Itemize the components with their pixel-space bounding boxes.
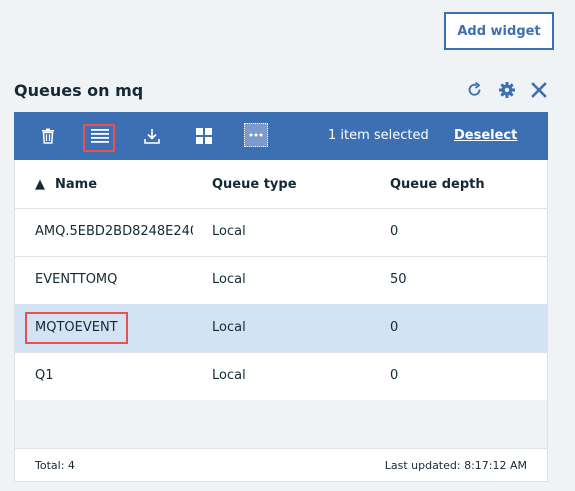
queue-type: Local — [212, 224, 246, 239]
column-header-queue-type[interactable]: Queue type — [212, 177, 297, 192]
queue-name: MQTOEVENT — [35, 320, 118, 335]
queue-name: AMQ.5EBD2BD8248E240 — [35, 224, 193, 239]
queue-name: Q1 — [35, 368, 54, 383]
refresh-icon[interactable] — [464, 79, 486, 101]
add-widget-button[interactable]: Add widget — [444, 12, 554, 50]
deselect-link[interactable]: Deselect — [454, 128, 517, 143]
queue-type: Local — [212, 368, 246, 383]
table-row[interactable]: Q1 Local 0 — [15, 352, 547, 401]
total-count: Total: 4 — [35, 459, 75, 472]
queues-table: ▲ Name Queue type Queue depth AMQ.5EBD2B… — [14, 160, 548, 482]
table-empty-area — [15, 400, 547, 449]
table-row[interactable]: EVENTTOMQ Local 50 — [15, 256, 547, 305]
widget-header-actions — [464, 79, 550, 101]
sort-ascending-icon[interactable]: ▲ — [35, 177, 45, 192]
queue-depth: 50 — [390, 272, 407, 287]
queue-type: Local — [212, 272, 246, 287]
queue-type: Local — [212, 320, 246, 335]
trash-icon[interactable] — [39, 112, 57, 160]
table-footer: Total: 4 Last updated: 8:17:12 AM — [15, 449, 547, 481]
widget-title: Queues on mq — [14, 81, 144, 100]
table-row-selected[interactable]: MQTOEVENT Local 0 — [15, 304, 547, 353]
queue-depth: 0 — [390, 224, 399, 239]
queue-depth: 0 — [390, 320, 399, 335]
grid-view-icon[interactable] — [195, 112, 213, 160]
column-header-name[interactable]: Name — [55, 177, 97, 192]
column-header-queue-depth[interactable]: Queue depth — [390, 177, 485, 192]
download-icon[interactable] — [143, 112, 161, 160]
queue-name: EVENTTOMQ — [35, 272, 118, 287]
selection-status: 1 item selected — [328, 128, 429, 143]
table-header: ▲ Name Queue type Queue depth — [15, 160, 547, 209]
more-icon[interactable] — [244, 123, 268, 147]
gear-icon[interactable] — [496, 79, 518, 101]
last-updated: Last updated: 8:17:12 AM — [384, 459, 527, 472]
close-icon[interactable] — [528, 79, 550, 101]
queue-depth: 0 — [390, 368, 399, 383]
table-row[interactable]: AMQ.5EBD2BD8248E240 Local 0 — [15, 208, 547, 257]
list-view-icon[interactable] — [87, 112, 113, 160]
